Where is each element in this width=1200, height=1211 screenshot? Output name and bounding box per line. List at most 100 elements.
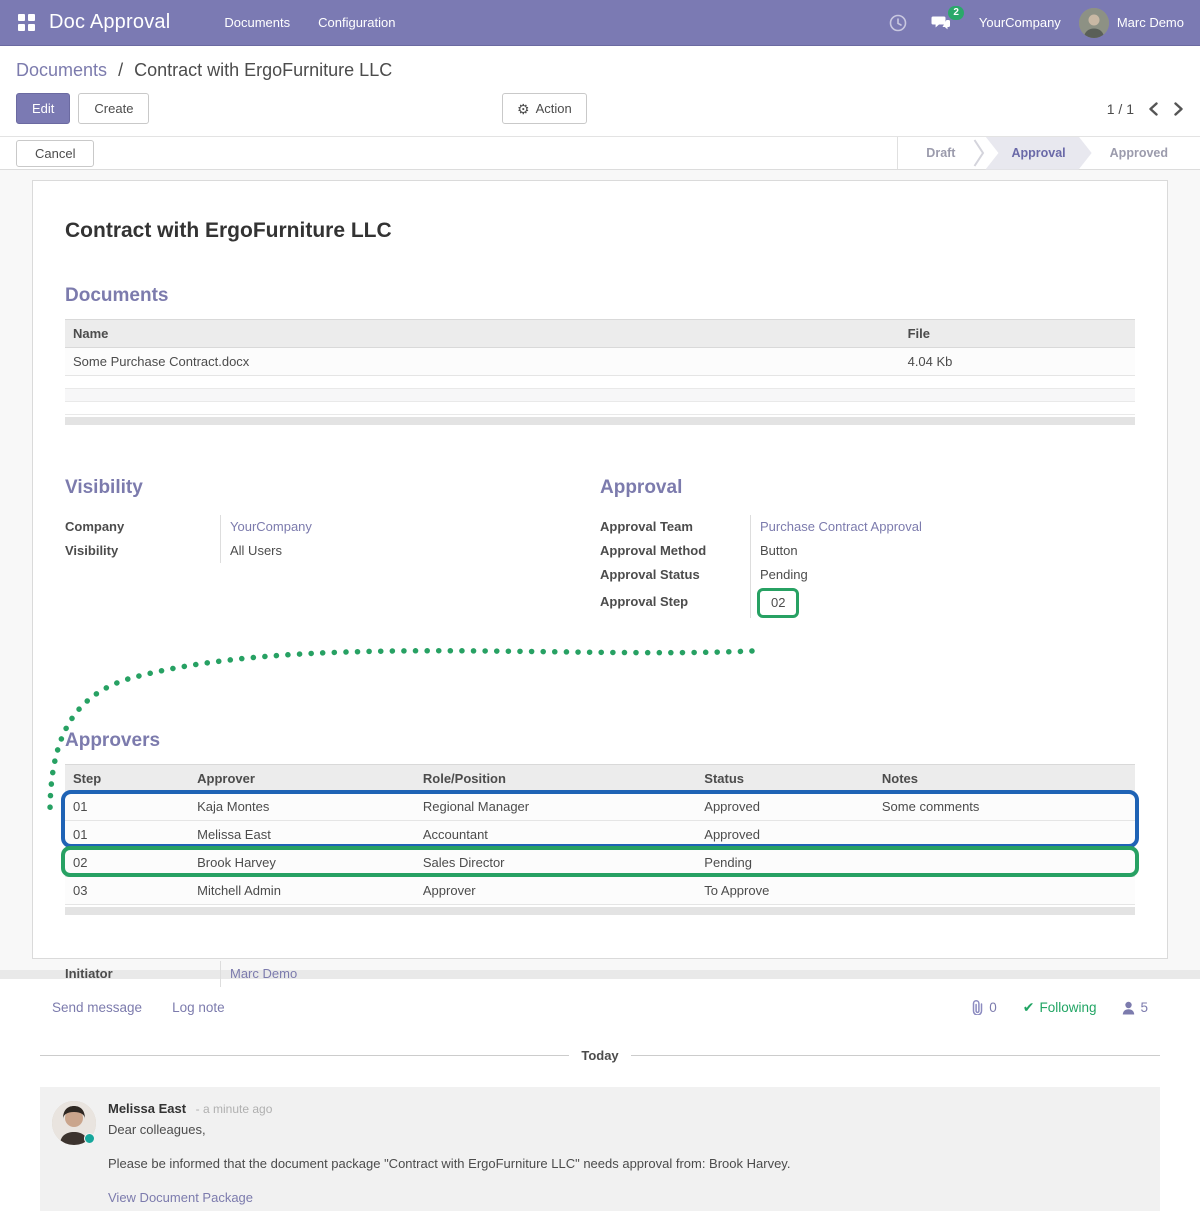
approvers-table-wrap: Step Approver Role/Position Status Notes… bbox=[65, 764, 1135, 915]
approvers-col-notes[interactable]: Notes bbox=[874, 765, 1135, 793]
control-panel-buttons: Edit Create ⚙ Action 1 / 1 bbox=[0, 87, 1200, 136]
status-step-approved[interactable]: Approved bbox=[1092, 137, 1186, 170]
followers-button[interactable]: 5 bbox=[1122, 1000, 1148, 1015]
approval-group: Approval Approval Team Purchase Contract… bbox=[600, 477, 1135, 618]
approver-name-cell: Brook Harvey bbox=[189, 849, 415, 877]
paperclip-icon bbox=[971, 1000, 984, 1015]
approver-step-cell: 02 bbox=[65, 849, 189, 877]
approver-row[interactable]: 03 Mitchell Admin Approver To Approve bbox=[65, 877, 1135, 905]
approval-team-label: Approval Team bbox=[600, 515, 750, 539]
form-view: Contract with ErgoFurniture LLC Document… bbox=[0, 170, 1200, 970]
documents-col-name[interactable]: Name bbox=[65, 320, 900, 348]
message-list: Melissa East - a minute ago Dear colleag… bbox=[40, 1087, 1160, 1211]
approver-row[interactable]: 01 Melissa East Accountant Approved bbox=[65, 821, 1135, 849]
online-status-dot bbox=[84, 1133, 95, 1144]
nav-menu-configuration[interactable]: Configuration bbox=[304, 0, 409, 46]
following-button[interactable]: ✔ Following bbox=[1023, 999, 1097, 1016]
document-file-cell: 4.04 Kb bbox=[900, 348, 1135, 376]
approval-step-label: Approval Step bbox=[600, 587, 750, 618]
approver-name-cell: Mitchell Admin bbox=[189, 877, 415, 905]
approvers-col-role[interactable]: Role/Position bbox=[415, 765, 696, 793]
followers-count: 5 bbox=[1140, 1000, 1148, 1015]
approver-role-cell: Sales Director bbox=[415, 849, 696, 877]
visibility-group: Visibility Company YourCompany Visibilit… bbox=[65, 477, 600, 618]
company-field-label: Company bbox=[65, 515, 220, 539]
message-line: Please be informed that the document pac… bbox=[108, 1155, 790, 1173]
approver-name-cell: Kaja Montes bbox=[189, 793, 415, 821]
user-avatar[interactable] bbox=[1079, 8, 1109, 38]
message-author-avatar[interactable] bbox=[52, 1101, 96, 1145]
breadcrumb-separator: / bbox=[118, 60, 123, 80]
record-title: Contract with ErgoFurniture LLC bbox=[65, 219, 1135, 243]
visibility-section-heading: Visibility bbox=[65, 477, 560, 499]
approver-status-cell: Approved bbox=[696, 793, 874, 821]
documents-col-file[interactable]: File bbox=[900, 320, 1135, 348]
approver-notes-cell bbox=[874, 877, 1135, 905]
approvers-section-heading: Approvers bbox=[65, 730, 1135, 752]
attachments-count: 0 bbox=[989, 1000, 997, 1015]
apps-menu-icon[interactable] bbox=[18, 14, 35, 31]
approver-name-cell: Melissa East bbox=[189, 821, 415, 849]
approver-row[interactable]: 01 Kaja Montes Regional Manager Approved… bbox=[65, 793, 1135, 821]
approver-notes-cell bbox=[874, 821, 1135, 849]
send-message-button[interactable]: Send message bbox=[52, 1000, 142, 1015]
approval-step-highlight-box: 02 bbox=[757, 588, 799, 618]
pager-value: 1 / 1 bbox=[1107, 101, 1134, 117]
cancel-button[interactable]: Cancel bbox=[16, 140, 94, 167]
documents-table-footer-bar bbox=[65, 417, 1135, 425]
nav-menu-documents[interactable]: Documents bbox=[210, 0, 304, 46]
activities-clock-icon[interactable] bbox=[889, 14, 907, 32]
log-note-button[interactable]: Log note bbox=[172, 1000, 225, 1015]
breadcrumb-parent-link[interactable]: Documents bbox=[16, 60, 107, 80]
approvers-col-approver[interactable]: Approver bbox=[189, 765, 415, 793]
status-step-draft[interactable]: Draft bbox=[908, 137, 973, 170]
date-divider-label: Today bbox=[569, 1048, 630, 1063]
messages-count-badge: 2 bbox=[948, 6, 964, 20]
action-button[interactable]: ⚙ Action bbox=[502, 93, 587, 124]
message-line: Dear colleagues, bbox=[108, 1121, 790, 1139]
company-switcher[interactable]: YourCompany bbox=[979, 15, 1061, 30]
approvers-col-step[interactable]: Step bbox=[65, 765, 189, 793]
approver-status-cell: Approved bbox=[696, 821, 874, 849]
statusbar: Cancel Draft Approval Approved bbox=[0, 136, 1200, 170]
pager-previous-icon[interactable] bbox=[1148, 102, 1159, 116]
create-button[interactable]: Create bbox=[78, 93, 149, 124]
app-title[interactable]: Doc Approval bbox=[49, 11, 170, 34]
status-step-approval[interactable]: Approval bbox=[985, 137, 1091, 170]
documents-table: Name File Some Purchase Contract.docx 4.… bbox=[65, 319, 1135, 415]
message: Melissa East - a minute ago Dear colleag… bbox=[40, 1087, 1160, 1211]
initiator-value[interactable]: Marc Demo bbox=[230, 966, 297, 981]
approver-step-cell: 01 bbox=[65, 821, 189, 849]
pager-next-icon[interactable] bbox=[1173, 102, 1184, 116]
company-field-value[interactable]: YourCompany bbox=[230, 519, 312, 534]
approvers-table-footer-bar bbox=[65, 907, 1135, 915]
attachments-button[interactable]: 0 bbox=[971, 1000, 997, 1015]
initiator-label: Initiator bbox=[65, 961, 220, 987]
document-row[interactable]: Some Purchase Contract.docx 4.04 Kb bbox=[65, 348, 1135, 376]
approval-status-label: Approval Status bbox=[600, 563, 750, 587]
approver-status-cell: Pending bbox=[696, 849, 874, 877]
approver-step-cell: 03 bbox=[65, 877, 189, 905]
approvers-col-status[interactable]: Status bbox=[696, 765, 874, 793]
approver-notes-cell bbox=[874, 849, 1135, 877]
approver-notes-cell: Some comments bbox=[874, 793, 1135, 821]
breadcrumb-current: Contract with ErgoFurniture LLC bbox=[134, 60, 392, 80]
approval-team-value[interactable]: Purchase Contract Approval bbox=[760, 519, 922, 534]
message-author[interactable]: Melissa East bbox=[108, 1101, 186, 1116]
documents-section-heading: Documents bbox=[65, 285, 1135, 307]
navbar: Doc Approval Documents Configuration 2 Y… bbox=[0, 0, 1200, 46]
gear-icon: ⚙ bbox=[517, 102, 530, 116]
document-blank-row bbox=[65, 376, 1135, 389]
date-divider: Today bbox=[0, 1034, 1200, 1075]
edit-button[interactable]: Edit bbox=[16, 93, 70, 124]
view-document-package-link[interactable]: View Document Package bbox=[108, 1189, 253, 1207]
statusbar-steps: Draft Approval Approved bbox=[897, 137, 1200, 169]
approval-method-label: Approval Method bbox=[600, 539, 750, 563]
visibility-field-value: All Users bbox=[220, 539, 560, 563]
pager: 1 / 1 bbox=[1107, 101, 1184, 117]
messages-icon[interactable]: 2 bbox=[931, 14, 951, 31]
following-label: Following bbox=[1039, 1000, 1096, 1015]
approver-row[interactable]: 02 Brook Harvey Sales Director Pending bbox=[65, 849, 1135, 877]
status-step-chevron-icon bbox=[973, 138, 985, 168]
user-menu[interactable]: Marc Demo bbox=[1117, 15, 1184, 30]
